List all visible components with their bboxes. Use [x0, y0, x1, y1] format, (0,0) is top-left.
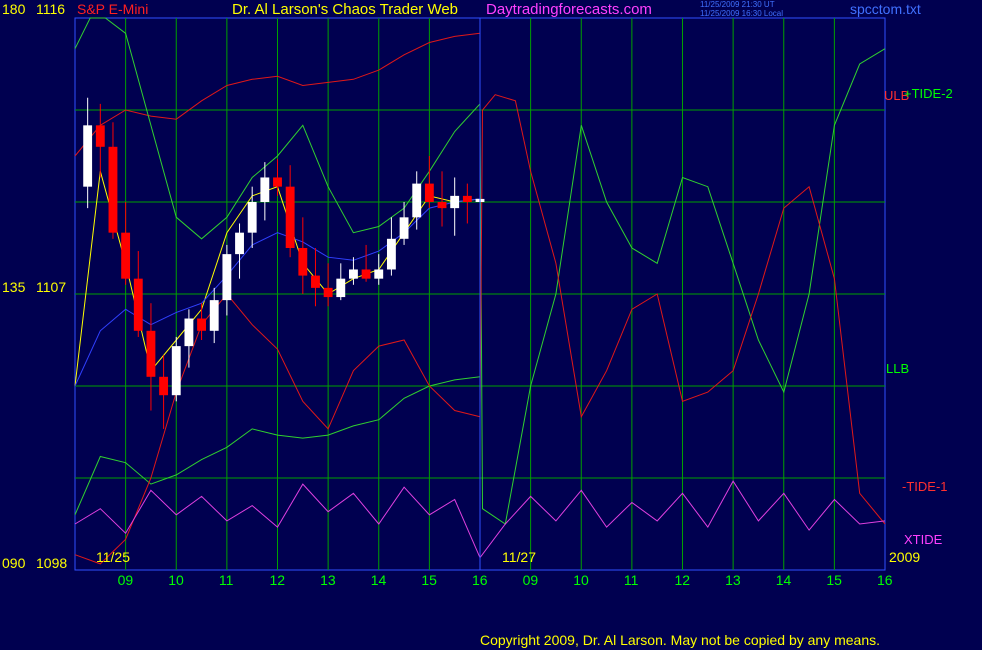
price-bar-up: [336, 278, 346, 298]
timestamp-local: 11/25/2009 16:30 Local: [700, 9, 784, 18]
tide2-label: +TIDE-2: [904, 86, 953, 101]
tide1-label: -TIDE-1: [902, 479, 948, 494]
hour-tick-label: 15: [826, 572, 842, 588]
right-axis-mid-label: 1107: [36, 279, 67, 295]
price-bar-up: [386, 238, 396, 270]
price-bars: [83, 97, 485, 429]
price-bar-down: [285, 186, 295, 248]
xtide-label: XTIDE: [904, 532, 943, 547]
price-bar-up: [171, 346, 181, 396]
price-bar-up: [235, 232, 244, 255]
year-label: 2009: [889, 549, 921, 565]
left-axis-mid-label: 135: [2, 279, 26, 295]
hour-tick-label: 11: [218, 572, 234, 588]
timestamp-ut: 11/25/2009 21:30 UT: [700, 0, 775, 9]
price-bar-down: [197, 318, 206, 331]
hour-tick-label: 13: [725, 572, 741, 588]
price-bar-up: [349, 269, 358, 279]
price-bar-down: [146, 330, 156, 377]
price-bar-up: [247, 202, 257, 233]
copyright-notice: Copyright 2009, Dr. Al Larson. May not b…: [480, 632, 881, 648]
hour-tick-label: 10: [573, 572, 589, 588]
price-bar-down: [437, 202, 447, 209]
right-axis-bottom-label: 1098: [36, 555, 68, 571]
date-label-2: 11/27: [502, 549, 536, 565]
right-axis-top-label: 1116: [36, 1, 66, 17]
price-bar-up: [374, 269, 384, 279]
file-name: spcctom.txt: [850, 1, 921, 17]
symbol-title: S&P E-Mini: [77, 1, 149, 17]
price-bar-up: [260, 177, 270, 202]
hour-tick-label: 16: [472, 572, 488, 588]
hour-tick-label: 12: [269, 572, 286, 588]
price-bar-up: [222, 254, 232, 301]
hour-tick-label: 15: [421, 572, 437, 588]
price-bar-down: [462, 195, 472, 202]
price-bar-up: [209, 300, 219, 331]
site-name[interactable]: Daytradingforecasts.com: [486, 2, 652, 17]
price-bar-down: [273, 177, 282, 187]
price-bar-down: [121, 232, 131, 279]
price-bar-down: [424, 183, 434, 202]
chart-canvas: [74, 17, 886, 571]
date-label-1: 11/25: [96, 549, 130, 565]
price-bar-down: [361, 269, 371, 279]
hour-tick-label: 12: [674, 572, 691, 588]
hour-tick-label: 09: [117, 572, 134, 588]
price-bar-up: [412, 183, 422, 218]
hour-tick-label: 14: [775, 572, 792, 588]
hour-tick-label: 11: [623, 572, 639, 588]
price-bar-down: [298, 248, 308, 276]
left-axis-bottom-label: 090: [2, 555, 26, 571]
price-bar-down: [311, 275, 320, 288]
hour-tick-label: 13: [320, 572, 336, 588]
hour-tick-label: 14: [370, 572, 387, 588]
price-bar-up: [83, 125, 93, 187]
price-bar-down: [95, 125, 105, 147]
price-bar-down: [323, 287, 333, 298]
hour-tick-label: 09: [522, 572, 539, 588]
chart-title: Dr. Al Larson's Chaos Trader Web: [232, 1, 459, 18]
hour-tick-label: 10: [168, 572, 184, 588]
price-bar-up: [184, 318, 194, 347]
price-bar-down: [159, 376, 169, 396]
price-bar-up: [399, 217, 409, 239]
llb-label: LLB: [886, 361, 910, 376]
left-axis-top-label: 180: [2, 1, 26, 17]
price-bar-down: [108, 146, 118, 233]
hour-tick-label: 16: [877, 572, 893, 588]
price-bar-down: [133, 278, 143, 331]
price-bar-up: [450, 195, 460, 209]
